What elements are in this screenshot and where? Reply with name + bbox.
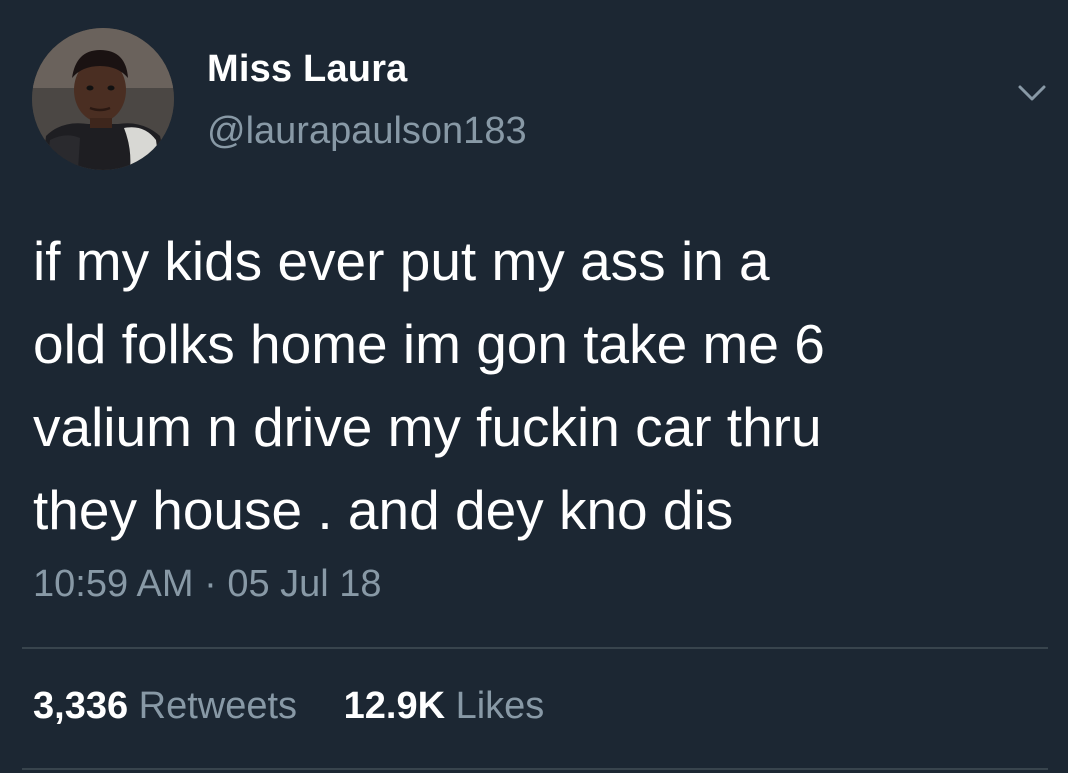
tweet-card: Miss Laura @laurapaulson183 if my kids e… <box>0 0 1068 773</box>
user-handle[interactable]: @laurapaulson183 <box>207 110 527 153</box>
tweet-timestamp[interactable]: 10:59 AM · 05 Jul 18 <box>33 563 382 606</box>
likes-count: 12.9K <box>343 685 446 727</box>
divider <box>22 768 1048 770</box>
likes-label: Likes <box>455 685 545 727</box>
tweet-text-line: valium n drive my fuckin car thru <box>33 396 822 458</box>
tweet-text-line: they house . and dey kno dis <box>33 479 734 541</box>
profile-photo-icon <box>32 28 174 170</box>
tweet-menu-button[interactable] <box>1012 78 1052 108</box>
avatar[interactable] <box>32 28 174 170</box>
tweet-stats: 3,336 Retweets 12.9K Likes <box>33 685 580 728</box>
retweets-stat[interactable]: 3,336 Retweets <box>33 685 297 728</box>
tweet-text-line: old folks home im gon take me 6 <box>33 313 825 375</box>
tweet-text-line: if my kids ever put my ass in a <box>33 230 770 292</box>
display-name[interactable]: Miss Laura <box>207 48 408 91</box>
tweet-text: if my kids ever put my ass in a old folk… <box>33 220 1033 552</box>
chevron-down-icon <box>1018 85 1046 101</box>
divider <box>22 647 1048 649</box>
retweets-count: 3,336 <box>33 685 129 727</box>
retweets-label: Retweets <box>138 685 298 727</box>
likes-stat[interactable]: 12.9K Likes <box>344 685 545 728</box>
